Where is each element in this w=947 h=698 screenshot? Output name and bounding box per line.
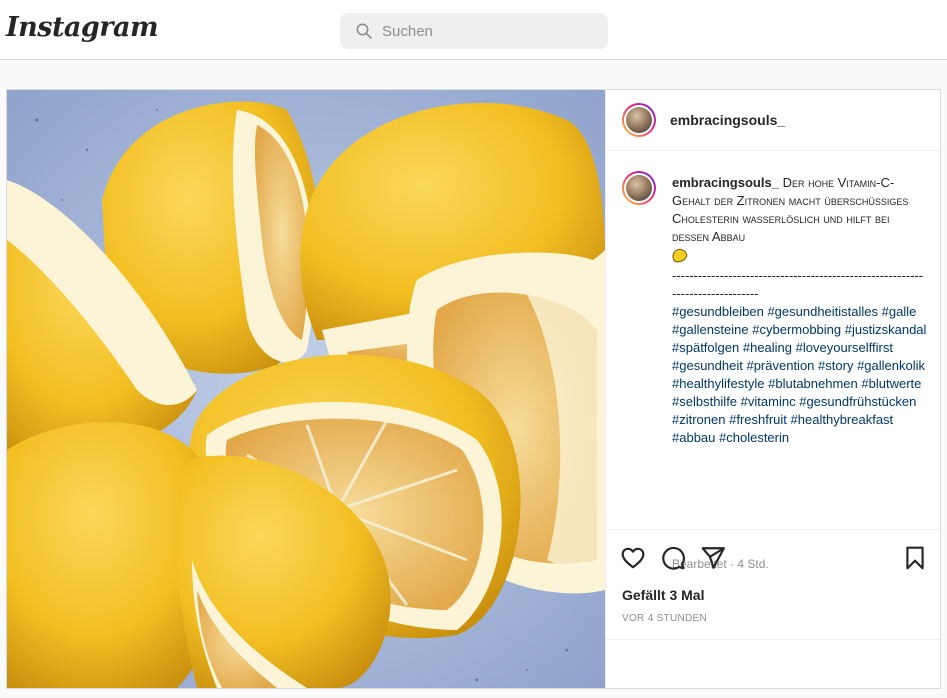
hashtag-link[interactable]: #healthylifestyle — [672, 376, 765, 391]
lemons-photo — [7, 90, 605, 688]
profile-picture — [626, 175, 652, 201]
caption-divider: ----------------------------------------… — [672, 268, 924, 301]
heart-icon[interactable] — [620, 545, 646, 571]
hashtag-link[interactable]: #gesundheit — [672, 358, 743, 373]
search-icon — [356, 23, 372, 39]
post-photo[interactable] — [7, 90, 605, 688]
hashtag-link[interactable]: #vitaminc — [741, 394, 796, 409]
caption-username[interactable]: embracingsouls_ — [672, 175, 779, 190]
hashtag-link[interactable]: #gesundbleiben — [672, 304, 764, 319]
hashtag-link[interactable]: #abbau — [672, 430, 715, 445]
likes-count[interactable]: Gefällt 3 Mal — [622, 587, 704, 603]
bookmark-icon[interactable] — [902, 545, 928, 571]
hashtag-list: #gesundbleiben #gesundheitistalles #gall… — [672, 304, 926, 445]
hashtag-link[interactable]: #gesundfrühstücken — [799, 394, 916, 409]
caption-section: embracingsouls_ Der hohe Vitamin-C-Gehal… — [606, 151, 940, 571]
post-author-username[interactable]: embracingsouls_ — [670, 112, 785, 128]
search-box[interactable] — [340, 13, 608, 49]
hashtag-link[interactable]: #spätfolgen — [672, 340, 739, 355]
hashtag-link[interactable]: #blutwerte — [861, 376, 921, 391]
hashtag-link[interactable]: #story — [818, 358, 853, 373]
hashtag-link[interactable]: #cybermobbing — [752, 322, 841, 337]
hashtag-link[interactable]: #gallenkolik — [857, 358, 925, 373]
hashtag-link[interactable]: #selbsthilfe — [672, 394, 737, 409]
comment-icon[interactable] — [660, 545, 686, 571]
search-input[interactable] — [382, 13, 597, 49]
top-navigation-bar: Instagram — [0, 0, 947, 60]
hashtag-link[interactable]: #cholesterin — [719, 430, 789, 445]
post-header: embracingsouls_ — [606, 90, 940, 151]
hashtag-link[interactable]: #gesundheitistalles — [767, 304, 878, 319]
hashtag-link[interactable]: #blutabnehmen — [768, 376, 858, 391]
hashtag-link[interactable]: #zitronen — [672, 412, 725, 427]
hashtag-link[interactable]: #healing — [743, 340, 792, 355]
hashtag-link[interactable]: #healthybreakfast — [791, 412, 894, 427]
hashtag-link[interactable]: #galle — [882, 304, 917, 319]
instagram-logo[interactable]: Instagram — [6, 12, 159, 43]
add-comment-area — [606, 639, 940, 688]
profile-picture — [626, 107, 652, 133]
hashtag-link[interactable]: #gallensteine — [672, 322, 749, 337]
post-actions: Gefällt 3 Mal VOR 4 STUNDEN — [606, 529, 940, 639]
post-card: embracingsouls_ embracingsouls_ Der hohe… — [6, 89, 941, 689]
paper-plane-icon[interactable] — [700, 545, 726, 571]
avatar[interactable] — [622, 171, 656, 205]
post-sidebar: embracingsouls_ embracingsouls_ Der hohe… — [605, 90, 940, 688]
post-caption: embracingsouls_ Der hohe Vitamin-C-Gehal… — [669, 174, 927, 447]
post-timestamp[interactable]: VOR 4 STUNDEN — [622, 613, 707, 624]
hashtag-link[interactable]: #justizskandal — [845, 322, 927, 337]
hashtag-link[interactable]: #freshfruit — [729, 412, 787, 427]
hashtag-link[interactable]: #loveyourselffirst — [796, 340, 893, 355]
lemon-emoji-icon — [669, 246, 690, 265]
hashtag-link[interactable]: #prävention — [746, 358, 814, 373]
avatar[interactable] — [622, 103, 656, 137]
